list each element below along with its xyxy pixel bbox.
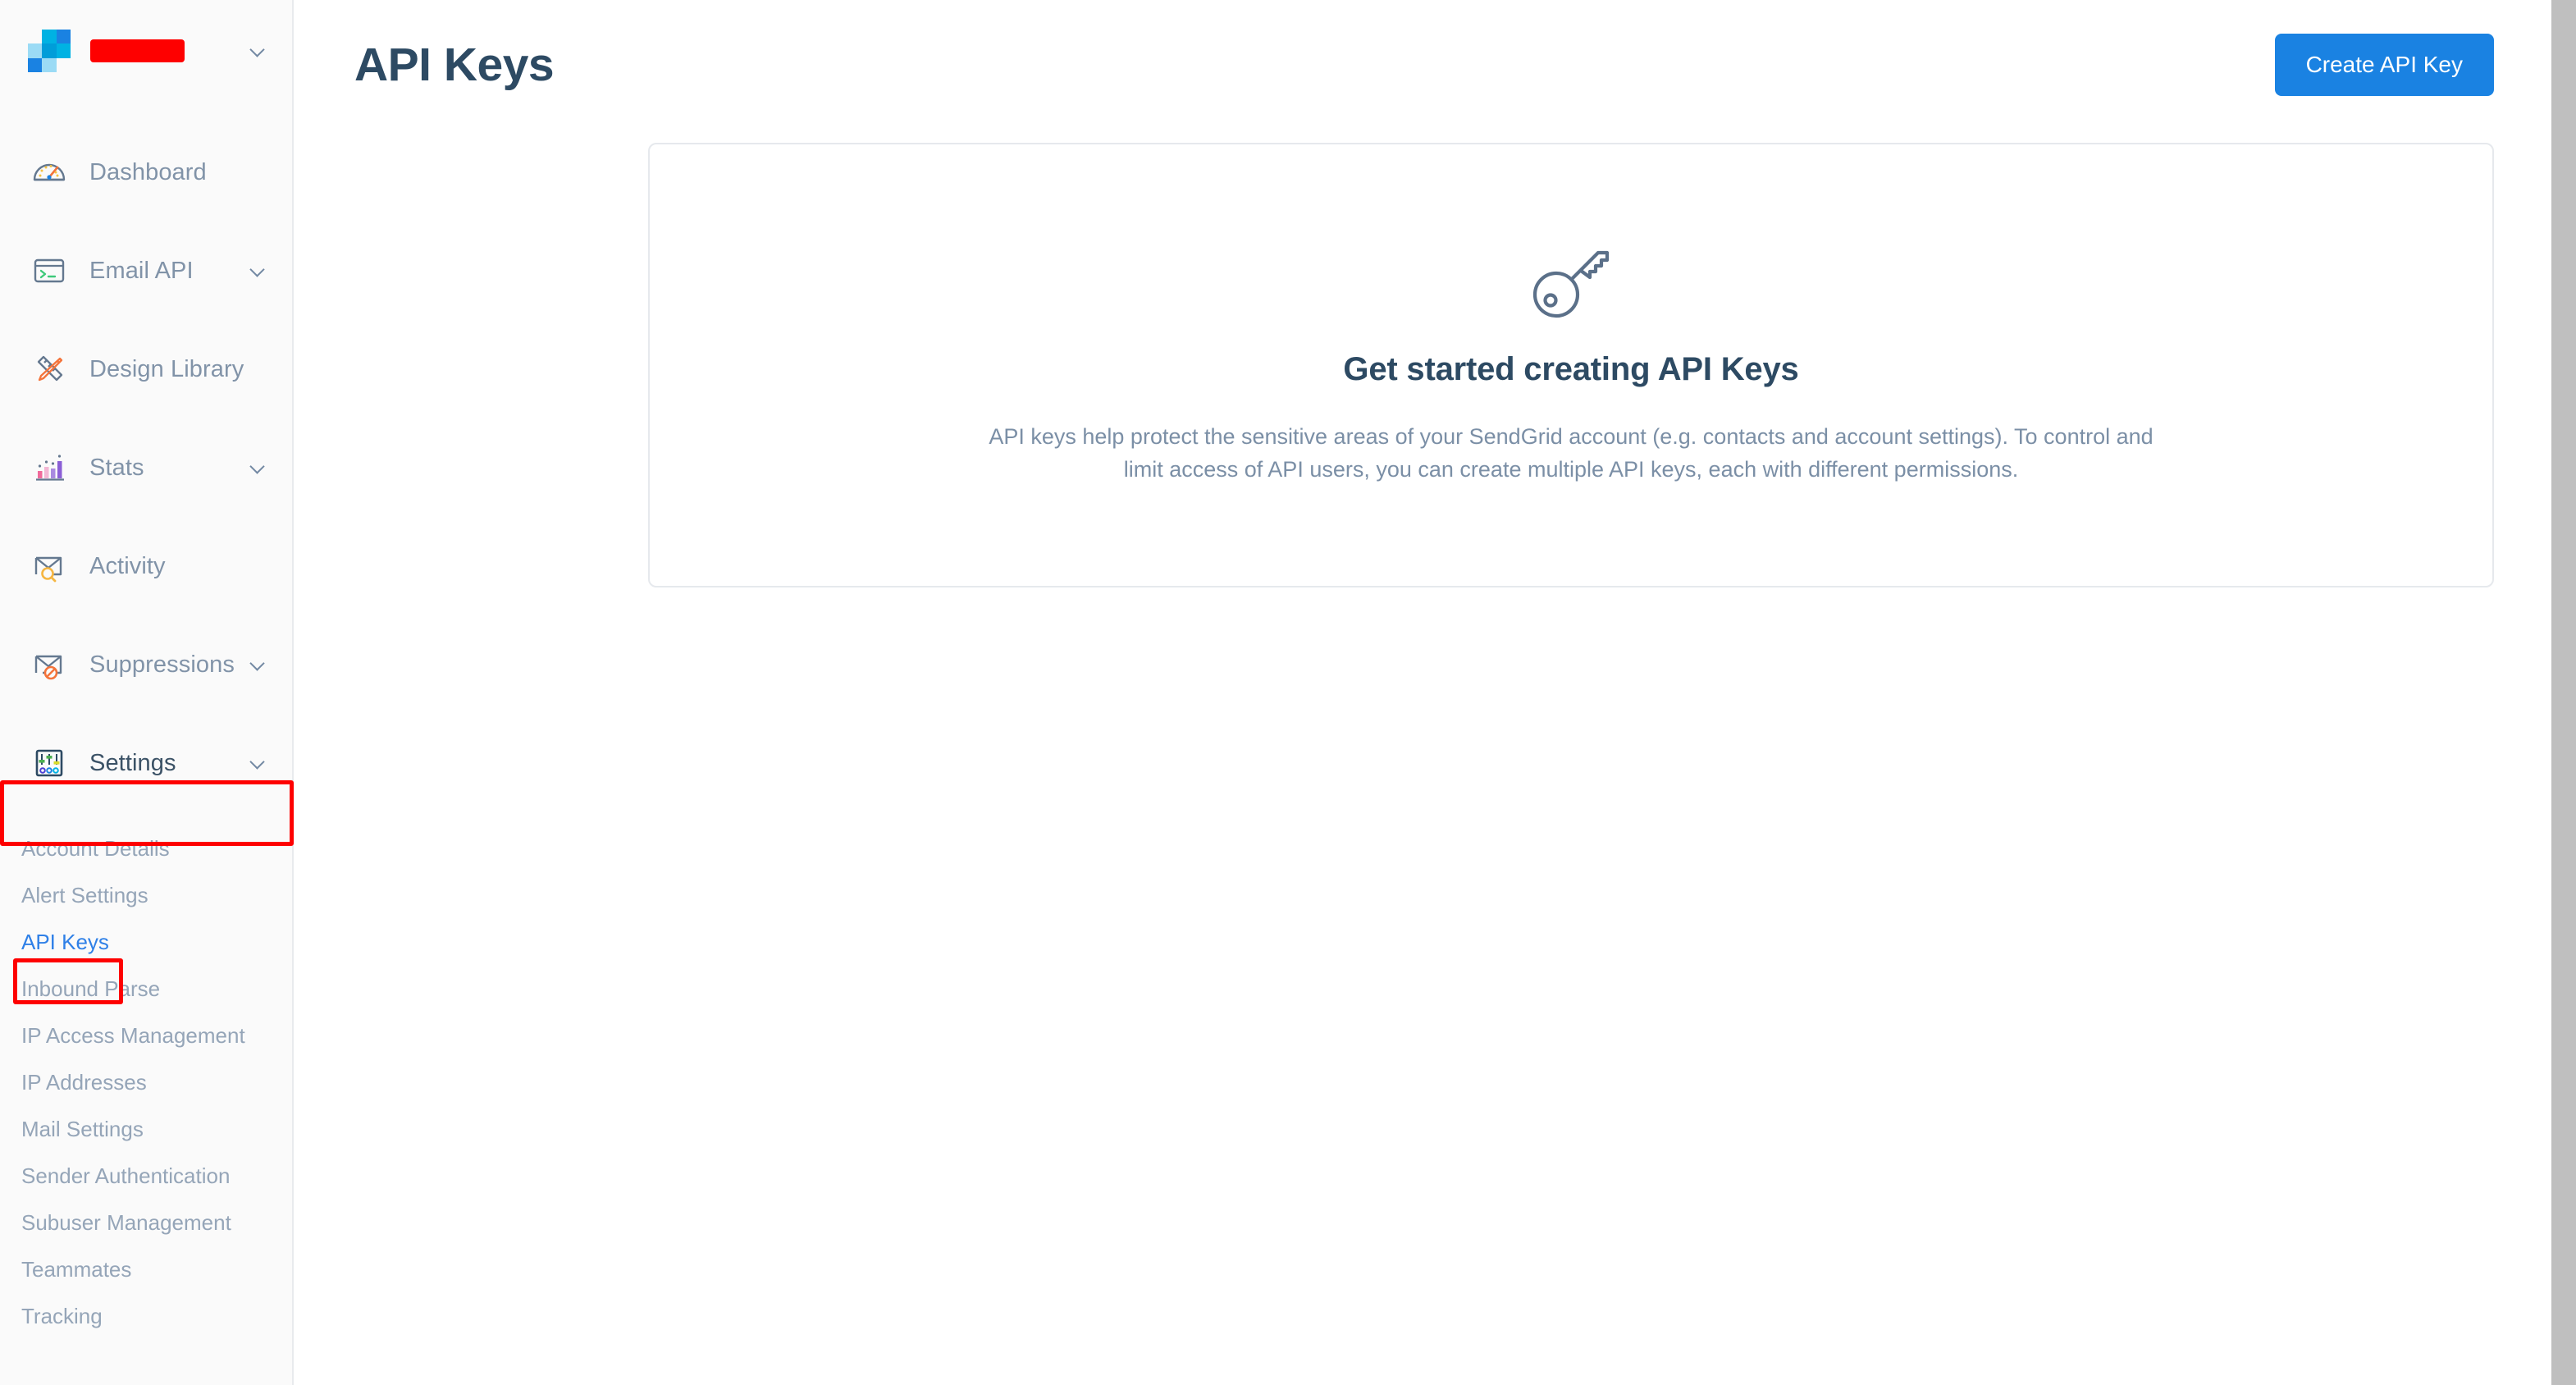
subitem-label: Tracking <box>21 1304 103 1328</box>
sidebar-item-label: Design Library <box>89 355 244 382</box>
sidebar-item-email-api[interactable]: Email API <box>0 222 292 320</box>
app-root: Dashboard Email API Design Library Stats… <box>0 0 2576 1385</box>
sidebar-item-suppressions[interactable]: Suppressions <box>0 615 292 714</box>
sidebar-subitem-teammates[interactable]: Teammates <box>0 1246 292 1293</box>
chevron-down-icon[interactable] <box>250 459 264 477</box>
subitem-label: IP Addresses <box>21 1070 147 1095</box>
create-api-key-button[interactable]: Create API Key <box>2274 34 2494 96</box>
empty-state-description: API keys help protect the sensitive area… <box>989 424 2154 482</box>
sidebar: Dashboard Email API Design Library Stats… <box>0 0 294 1385</box>
envelope-search-icon <box>28 545 71 587</box>
chevron-down-icon[interactable] <box>250 262 264 280</box>
sidebar-subitem-ip-addresses[interactable]: IP Addresses <box>0 1059 292 1106</box>
page-header: API Keys Create API Key <box>294 0 2576 102</box>
chevron-down-icon[interactable] <box>250 42 264 60</box>
terminal-window-icon <box>28 249 71 292</box>
bar-chart-icon <box>28 446 71 489</box>
sidebar-item-activity[interactable]: Activity <box>0 517 292 615</box>
sendgrid-logo-icon <box>28 30 71 72</box>
sidebar-item-settings[interactable]: Settings <box>0 714 292 812</box>
chevron-down-icon[interactable] <box>250 656 264 674</box>
subitem-label: Inbound Parse <box>21 976 161 1001</box>
vertical-scrollbar[interactable] <box>2551 0 2576 1385</box>
main-content: API Keys Create API Key Get started crea… <box>294 0 2576 1385</box>
subitem-label: Alert Settings <box>21 883 148 907</box>
subitem-label: API Keys <box>21 930 109 954</box>
ruler-pencil-icon <box>28 348 71 391</box>
sidebar-item-label: Email API <box>89 257 194 284</box>
sidebar-item-label: Dashboard <box>89 158 207 185</box>
subitem-label: Account Details <box>21 836 170 861</box>
subitem-label: IP Access Management <box>21 1023 245 1048</box>
brand-account-switcher[interactable] <box>0 0 292 102</box>
sidebar-subitem-alert-settings[interactable]: Alert Settings <box>0 872 292 919</box>
sidebar-item-label: Suppressions <box>89 651 235 678</box>
sidebar-item-design-library[interactable]: Design Library <box>0 320 292 418</box>
subitem-label: Teammates <box>21 1257 132 1282</box>
sidebar-subitem-tracking[interactable]: Tracking <box>0 1293 292 1340</box>
envelope-blocked-icon <box>28 643 71 686</box>
settings-subnav: Account Details Alert Settings API Keys … <box>0 812 292 1340</box>
speedometer-icon <box>28 151 71 194</box>
empty-state-title: Get started creating API Keys <box>1343 351 1799 388</box>
sidebar-item-dashboard[interactable]: Dashboard <box>0 123 292 222</box>
chevron-down-icon[interactable] <box>250 754 264 772</box>
page-title: API Keys <box>354 38 555 91</box>
sidebar-subitem-api-keys[interactable]: API Keys <box>0 919 292 966</box>
primary-navigation: Dashboard Email API Design Library Stats… <box>0 102 292 1340</box>
sidebar-subitem-inbound-parse[interactable]: Inbound Parse <box>0 966 292 1012</box>
sidebar-item-label: Stats <box>89 454 144 481</box>
empty-state-card: Get started creating API Keys API keys h… <box>648 143 2494 587</box>
subitem-label: Subuser Management <box>21 1210 231 1235</box>
subitem-label: Mail Settings <box>21 1117 144 1141</box>
sidebar-item-label: Settings <box>89 749 176 776</box>
sidebar-item-label: Activity <box>89 552 166 579</box>
sidebar-subitem-ip-access-management[interactable]: IP Access Management <box>0 1012 292 1059</box>
sidebar-subitem-sender-authentication[interactable]: Sender Authentication <box>0 1153 292 1200</box>
key-icon <box>1526 244 1616 327</box>
sidebar-item-stats[interactable]: Stats <box>0 418 292 517</box>
sidebar-subitem-subuser-management[interactable]: Subuser Management <box>0 1200 292 1246</box>
account-name-redacted <box>90 39 185 62</box>
subitem-label: Sender Authentication <box>21 1163 231 1188</box>
sidebar-subitem-mail-settings[interactable]: Mail Settings <box>0 1106 292 1153</box>
sliders-icon <box>28 742 71 784</box>
sidebar-subitem-account-details[interactable]: Account Details <box>0 825 292 872</box>
